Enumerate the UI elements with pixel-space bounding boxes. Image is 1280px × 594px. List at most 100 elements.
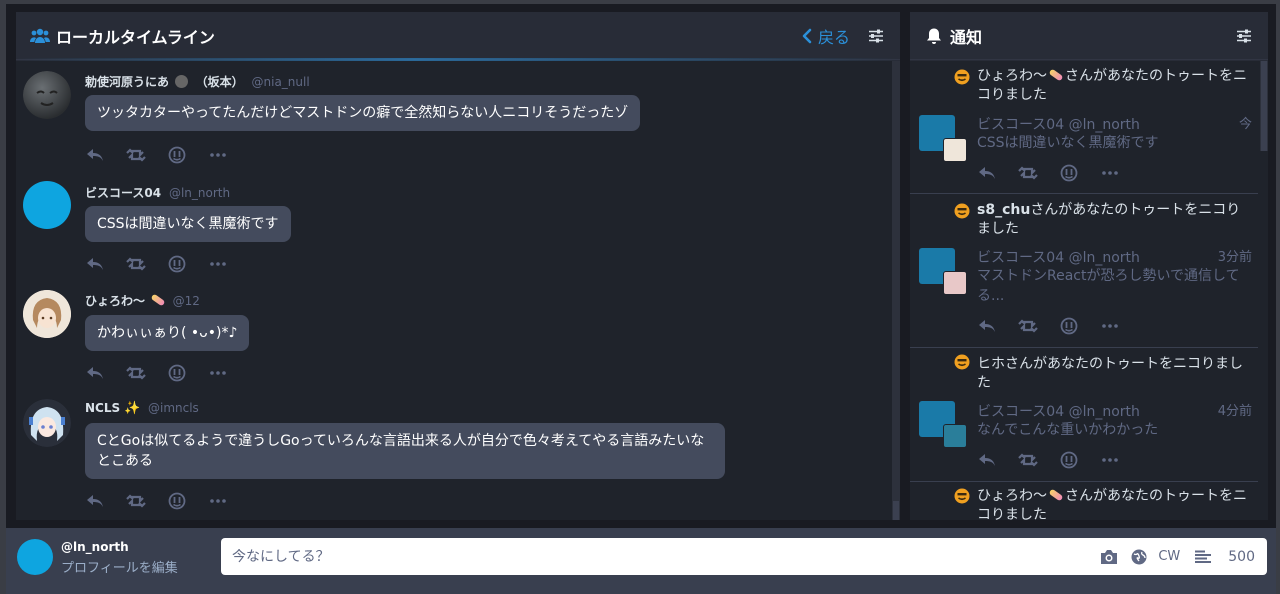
status-actions <box>977 163 1141 183</box>
boost-button[interactable] <box>1018 450 1038 470</box>
timestamp[interactable]: 4分前 <box>1218 400 1252 419</box>
avatar[interactable] <box>23 71 71 119</box>
notification-item[interactable]: s8_chuさんがあなたのトゥートをニコりました ビスコース04 @ln_nor… <box>910 195 1258 348</box>
reply-button[interactable] <box>85 363 105 383</box>
display-name[interactable]: ひょろわ〜 <box>85 294 145 308</box>
account-handle[interactable]: @nia_null <box>252 75 310 89</box>
reply-icon <box>87 258 103 270</box>
timestamp[interactable]: 3分前 <box>1218 246 1252 265</box>
notifications-body[interactable]: ひょろわ〜 さんがあなたのトゥートをニコりました ビスコース04 @ln_nort… <box>910 61 1268 520</box>
notification-actor[interactable]: ひょろわ〜 <box>977 68 1047 84</box>
more-button[interactable] <box>208 363 228 383</box>
status-header[interactable]: 勅使河原うにあ （坂本） @nia_null <box>85 73 310 90</box>
status-content: CSSは間違いなく黒魔術です <box>977 135 1159 151</box>
nico-button[interactable] <box>167 363 187 383</box>
timestamp[interactable]: 今 <box>1239 113 1252 132</box>
more-button[interactable] <box>1100 163 1120 183</box>
status-content: ツッタカターやってたんだけどマストドンの癖で全然知らない人ニコリそうだったゾ <box>85 95 641 131</box>
boost-icon <box>126 494 146 508</box>
scrollbar[interactable] <box>1260 61 1268 151</box>
popsicle-emoji-icon <box>1048 488 1064 502</box>
actor-avatar[interactable] <box>943 271 967 295</box>
scrollbar-thumb[interactable] <box>1261 61 1267 151</box>
status-item[interactable]: 勅使河原うにあ （坂本） @nia_null ツッタカターやってたんだけどマスト… <box>16 71 890 179</box>
display-name-suffix: （坂本） <box>195 75 244 89</box>
nico-button[interactable] <box>167 491 187 511</box>
account-handle[interactable]: @imncls <box>148 401 199 415</box>
status-item[interactable]: ひょろわ〜 @12 かわぃぃぁり( •ᴗ•)*♪ <box>16 290 890 398</box>
more-button[interactable] <box>208 145 228 165</box>
globe-icon <box>1131 549 1147 564</box>
boost-icon <box>1018 453 1038 467</box>
avatar[interactable] <box>23 399 71 447</box>
account-handle[interactable]: @ln_north <box>169 186 230 200</box>
notification-actor[interactable]: ひょろわ〜 <box>977 488 1047 504</box>
local-timeline-body[interactable]: 勅使河原うにあ （坂本） @nia_null ツッタカターやってたんだけどマスト… <box>16 61 900 520</box>
nico-button[interactable] <box>1059 163 1079 183</box>
boost-button[interactable] <box>126 363 146 383</box>
status-header[interactable]: ビスコース04 @ln_north <box>85 184 230 201</box>
boost-button[interactable] <box>126 491 146 511</box>
boost-icon <box>126 366 146 380</box>
status-header[interactable]: NCLS ✨ @imncls <box>85 401 199 416</box>
window-frame-left <box>0 0 6 594</box>
display-name[interactable]: ビスコース04 <box>85 186 161 200</box>
more-icon <box>1102 324 1118 328</box>
boost-button[interactable] <box>1018 163 1038 183</box>
edit-profile-link[interactable]: プロフィールを編集 <box>61 557 178 576</box>
nico-button[interactable] <box>1059 316 1079 336</box>
nico-button[interactable] <box>1059 450 1079 470</box>
status-author[interactable]: ビスコース04 @ln_north <box>977 401 1140 421</box>
reply-button[interactable] <box>977 163 997 183</box>
notification-message: s8_chuさんがあなたのトゥートをニコりました <box>977 201 1248 239</box>
column-settings-button[interactable] <box>866 26 886 46</box>
format-button[interactable] <box>1192 546 1214 568</box>
status-author[interactable]: ビスコース04 @ln_north <box>977 114 1140 134</box>
nico-icon <box>1060 317 1078 335</box>
status-actions <box>977 316 1141 336</box>
reply-button[interactable] <box>977 450 997 470</box>
notification-actor[interactable]: ヒホ <box>977 356 1005 372</box>
scrollbar[interactable] <box>892 61 900 520</box>
status-item[interactable]: ビスコース04 @ln_north CSSは間違いなく黒魔術です <box>16 181 890 289</box>
status-header[interactable]: ひょろわ〜 @12 <box>85 292 200 309</box>
avatar[interactable] <box>23 181 71 229</box>
my-username[interactable]: @ln_north <box>61 540 129 554</box>
back-button[interactable]: 戻る <box>802 24 850 48</box>
notification-actor[interactable]: s8_chu <box>977 202 1030 218</box>
compose-input[interactable] <box>221 548 1099 565</box>
account-handle[interactable]: @12 <box>173 294 200 308</box>
reply-button[interactable] <box>85 491 105 511</box>
status-item[interactable]: NCLS ✨ @imncls CとGoは似てるようで違うしGoっていろんな言語出… <box>16 399 890 520</box>
more-button[interactable] <box>1100 316 1120 336</box>
boost-button[interactable] <box>1018 316 1038 336</box>
more-button[interactable] <box>208 491 228 511</box>
actor-avatar[interactable] <box>943 424 967 448</box>
upload-media-button[interactable] <box>1098 546 1120 568</box>
reply-button[interactable] <box>977 316 997 336</box>
privacy-button[interactable] <box>1128 546 1150 568</box>
scrollbar-thumb[interactable] <box>893 501 899 520</box>
display-name[interactable]: 勅使河原うにあ <box>85 75 169 89</box>
actor-avatar[interactable] <box>943 138 967 162</box>
status-author[interactable]: ビスコース04 @ln_north <box>977 247 1140 267</box>
notification-item[interactable]: ヒホさんがあなたのトゥートをニコりました ビスコース04 @ln_north 4… <box>910 349 1258 482</box>
column-settings-button[interactable] <box>1234 26 1254 46</box>
more-button[interactable] <box>208 254 228 274</box>
display-name[interactable]: NCLS <box>85 401 120 415</box>
nico-button[interactable] <box>167 145 187 165</box>
boost-button[interactable] <box>126 145 146 165</box>
notification-message: ひょろわ〜 さんがあなたのトゥートをニコりました <box>977 487 1248 520</box>
more-button[interactable] <box>1100 450 1120 470</box>
content-warning-button[interactable]: CW <box>1158 549 1180 564</box>
reply-button[interactable] <box>85 145 105 165</box>
status-content: CとGoは似てるようで違うしGoっていろんな言語出来る人が自分で色々考えてやる言… <box>85 423 725 479</box>
notification-item[interactable]: ひょろわ〜 さんがあなたのトゥートをニコりました ビスコース04 @ln_nort… <box>910 61 1258 194</box>
notification-text: さんがあなたのトゥートをニコりました <box>977 356 1243 391</box>
boost-button[interactable] <box>126 254 146 274</box>
nico-button[interactable] <box>167 254 187 274</box>
notification-item[interactable]: ひょろわ〜 さんがあなたのトゥートをニコりました <box>910 483 1258 520</box>
avatar[interactable] <box>23 290 71 338</box>
my-avatar[interactable] <box>17 539 53 575</box>
reply-button[interactable] <box>85 254 105 274</box>
